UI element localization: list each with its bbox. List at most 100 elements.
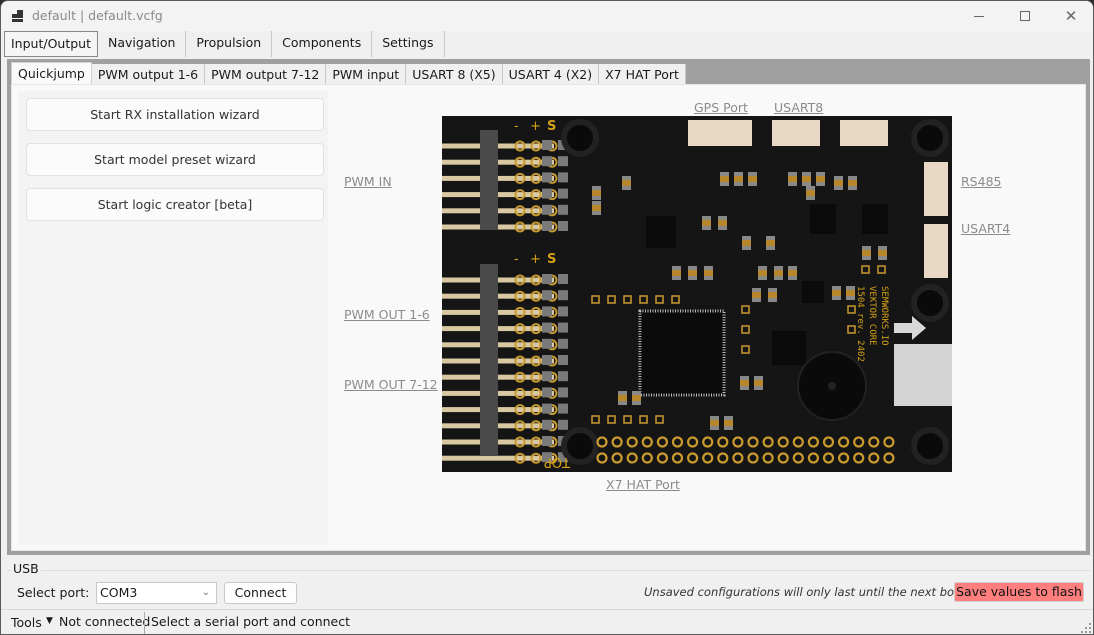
smd-capacitor-body <box>592 190 601 196</box>
smd-capacitor-body <box>734 176 743 182</box>
resize-grip-icon[interactable] <box>1081 623 1091 633</box>
resistor <box>558 387 568 398</box>
tab-settings[interactable]: Settings <box>372 31 445 57</box>
smd-capacitor-body <box>846 290 855 296</box>
resistor <box>558 371 568 382</box>
x7-hat-port-link[interactable]: X7 HAT Port <box>606 477 680 492</box>
usart4-link[interactable]: USART4 <box>961 221 1010 236</box>
header-mark-signal: S <box>547 119 556 134</box>
board-name-label: VEKTOR CORE <box>867 286 877 346</box>
mounting-hole <box>911 427 949 465</box>
close-button[interactable]: ✕ <box>1048 1 1093 31</box>
maximize-icon <box>1020 11 1030 21</box>
dropdown-caret-icon[interactable]: ▼ <box>46 616 53 626</box>
smd-capacitor-body <box>832 290 841 296</box>
resistor <box>542 371 552 382</box>
smd-capacitor-body <box>742 240 751 246</box>
mounting-hole <box>911 119 949 157</box>
can-bus-connector <box>840 120 888 146</box>
resistor <box>542 156 552 167</box>
mcu-chip <box>638 309 726 397</box>
rs485-link[interactable]: RS485 <box>961 174 1001 189</box>
smd-capacitor-body <box>766 240 775 246</box>
window-title: default | default.vcfg <box>32 8 163 23</box>
main-tab-bar: Input/Output Navigation Propulsion Compo… <box>4 31 445 57</box>
smd-capacitor-body <box>788 176 797 182</box>
smd-capacitor-body <box>688 270 697 276</box>
model-preset-wizard-button[interactable]: Start model preset wizard <box>26 143 324 176</box>
app-icon <box>12 10 24 22</box>
smd-capacitor-body <box>848 180 857 186</box>
close-icon: ✕ <box>1064 7 1078 25</box>
resistor <box>558 204 568 215</box>
smd-capacitor-body <box>802 176 811 182</box>
status-separator <box>144 612 145 634</box>
rx-wizard-button[interactable]: Start RX installation wizard <box>26 98 324 131</box>
smd-capacitor-body <box>718 220 727 226</box>
smd-capacitor-body <box>740 380 749 386</box>
resistor <box>558 274 568 284</box>
header-mark-plus-2: + <box>530 252 541 267</box>
tab-usart-8[interactable]: USART 8 (X5) <box>406 64 503 85</box>
resistor <box>558 156 568 167</box>
tab-pwm-output-7-12[interactable]: PWM output 7-12 <box>205 64 327 85</box>
quickjump-page: Start RX installation wizard Start model… <box>11 84 1086 551</box>
header-mark-plus: + <box>530 119 541 134</box>
usart4-connector <box>924 224 948 278</box>
select-port-label: Select port: <box>17 585 90 600</box>
logic-creator-button[interactable]: Start logic creator [beta] <box>26 188 324 221</box>
tab-components[interactable]: Components <box>272 31 373 57</box>
connect-button[interactable]: Connect <box>224 582 297 604</box>
resistor <box>542 403 552 414</box>
resistor <box>542 436 552 446</box>
tab-usart-4[interactable]: USART 4 (X2) <box>502 64 600 85</box>
resistor <box>558 355 568 365</box>
ic-chip <box>862 204 888 234</box>
tab-quickjump[interactable]: Quickjump <box>11 62 92 86</box>
tab-navigation[interactable]: Navigation <box>98 31 187 57</box>
smd-capacitor-body <box>592 205 601 211</box>
tab-pwm-input[interactable]: PWM input <box>326 64 407 85</box>
chevron-down-icon: ⌄ <box>201 587 210 598</box>
resistor <box>542 355 552 365</box>
resistor <box>558 188 568 199</box>
resistor <box>542 290 552 301</box>
usb-c-connector <box>894 344 952 406</box>
top-label: TOP <box>544 454 571 469</box>
tab-pwm-output-1-6[interactable]: PWM output 1-6 <box>91 64 206 85</box>
smd-capacitor-body <box>806 190 815 196</box>
maximize-button[interactable] <box>1002 1 1048 31</box>
save-to-flash-button[interactable]: Save values to flash <box>954 582 1084 602</box>
usb-group-border <box>7 570 1090 571</box>
pwm-out-1-6-link[interactable]: PWM OUT 1-6 <box>344 307 430 322</box>
smd-capacitor-body <box>632 395 641 401</box>
smd-capacitor-body <box>834 180 843 186</box>
smd-capacitor-body <box>622 180 631 186</box>
tab-propulsion[interactable]: Propulsion <box>186 31 273 57</box>
resistor <box>542 419 552 430</box>
smd-capacitor-body <box>788 270 797 276</box>
smd-capacitor-body <box>754 380 763 386</box>
usart8-connector <box>772 120 820 146</box>
board-rev-label: 1504 rev. 2402 <box>855 286 865 362</box>
flight-controller-board-image: - + S - + S SEMWORKS.IO VEKTOR CORE 1504… <box>442 116 952 472</box>
minimize-button[interactable] <box>956 1 1002 31</box>
smd-capacitor-body <box>774 270 783 276</box>
tab-input-output[interactable]: Input/Output <box>4 31 98 57</box>
smd-capacitor-body <box>672 270 681 276</box>
tools-menu[interactable]: Tools <box>11 615 42 630</box>
resistor <box>542 221 552 231</box>
pwm-in-link[interactable]: PWM IN <box>344 174 392 189</box>
pwm-out-header-housing <box>480 264 498 456</box>
port-select[interactable]: COM3 ⌄ <box>96 582 217 604</box>
resistor <box>558 322 568 333</box>
pwm-out-7-12-link[interactable]: PWM OUT 7-12 <box>344 377 438 392</box>
tab-x7-hat-port[interactable]: X7 HAT Port <box>599 64 686 85</box>
sub-tab-bar: Quickjump PWM output 1-6 PWM output 7-12… <box>11 62 686 86</box>
title-bar[interactable]: default | default.vcfg ✕ <box>1 1 1093 31</box>
header-pin <box>442 455 554 461</box>
usb-group-label: USB <box>11 561 41 576</box>
resistor <box>558 306 568 317</box>
gps-port-link[interactable]: GPS Port <box>694 100 748 115</box>
usart8-link[interactable]: USART8 <box>774 100 823 115</box>
